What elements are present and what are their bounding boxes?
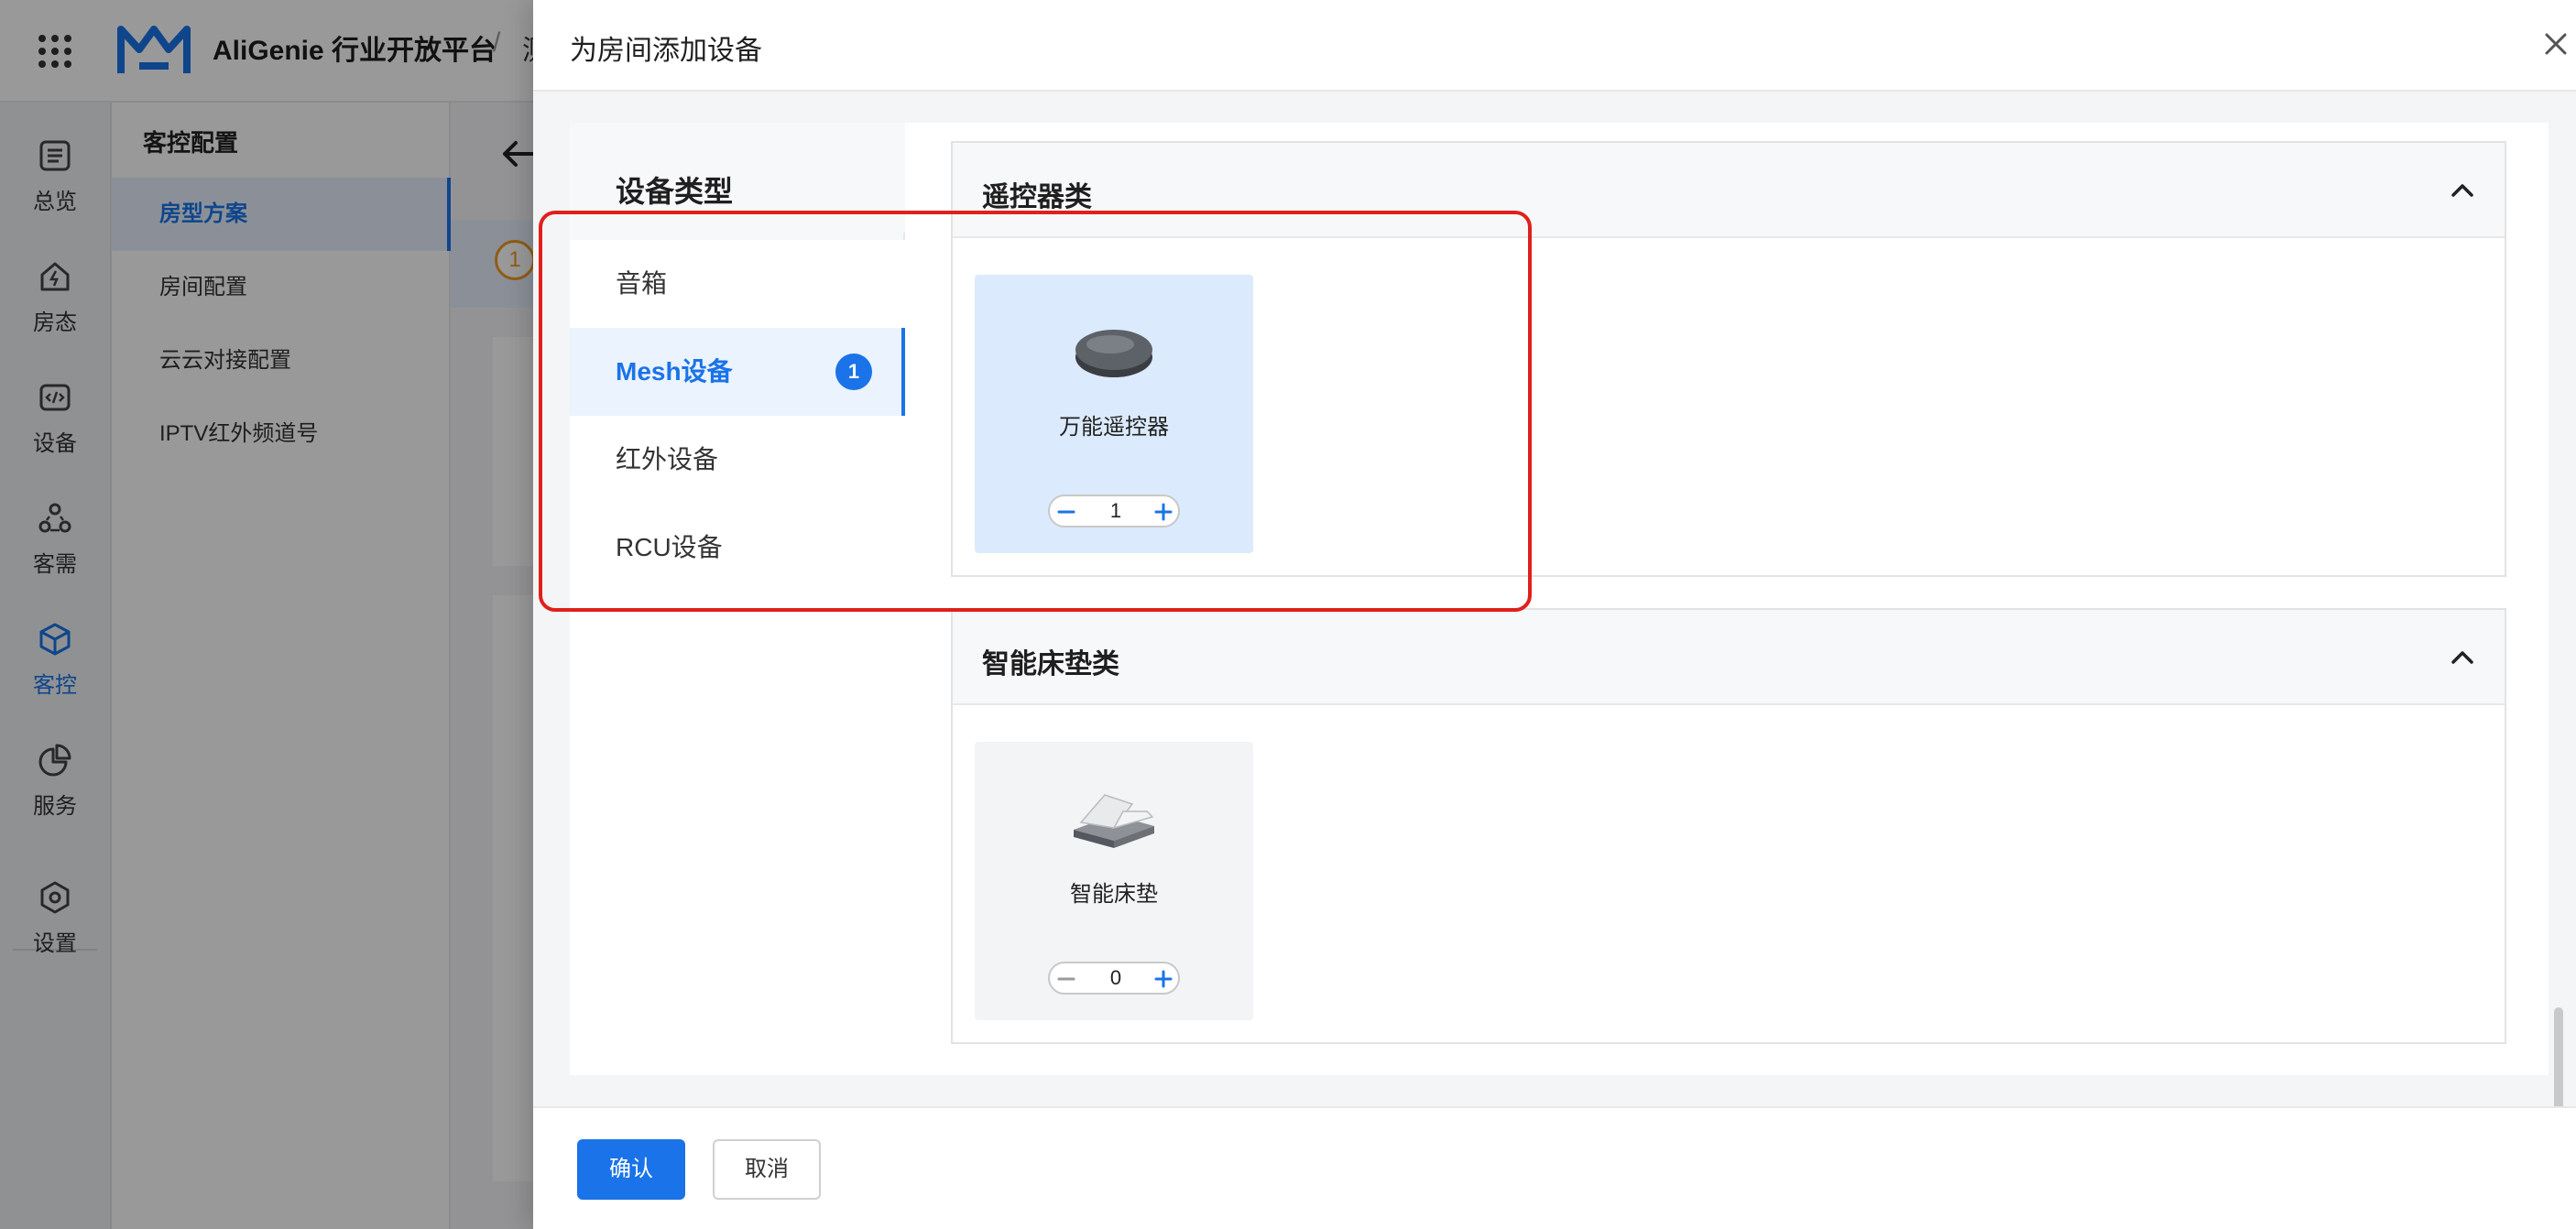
device-type-label: RCU设备 [616, 533, 723, 561]
plus-icon[interactable] [1151, 499, 1176, 525]
quantity-value[interactable]: 1 [1086, 496, 1145, 526]
chevron-up-icon[interactable] [2446, 641, 2479, 674]
drawer-header: 为房间添加设备 [533, 0, 2576, 92]
remote-control-image [1075, 330, 1152, 377]
add-device-drawer: 为房间添加设备 设备类型 音箱 Mesh设备 1 红外设备 RCU设备 遥控器类… [533, 0, 2576, 1229]
category-header[interactable]: 智能床垫类 [953, 610, 2505, 705]
category-title: 遥控器类 [982, 182, 1092, 212]
plus-icon[interactable] [1151, 966, 1176, 992]
cancel-button[interactable]: 取消 [713, 1139, 821, 1200]
close-icon[interactable] [2539, 27, 2572, 60]
count-badge: 1 [835, 353, 872, 390]
device-name: 智能床垫 [1070, 882, 1158, 907]
device-type-list: 音箱 Mesh设备 1 红外设备 RCU设备 [570, 240, 905, 1075]
modal-overlay[interactable] [0, 0, 533, 1229]
device-card-smart-mattress[interactable]: 智能床垫 0 [975, 742, 1253, 1020]
device-type-label: Mesh设备 [616, 357, 733, 386]
device-type-infrared[interactable]: 红外设备 [570, 416, 905, 504]
device-card-universal-remote[interactable]: 万能遥控器 1 [975, 275, 1253, 553]
category-header[interactable]: 遥控器类 [953, 143, 2505, 238]
device-type-title: 设备类型 [616, 175, 734, 208]
confirm-button[interactable]: 确认 [577, 1139, 685, 1200]
category-smart-mattress: 智能床垫类 智能床垫 0 [951, 608, 2506, 1044]
quantity-stepper: 1 [1048, 495, 1180, 527]
category-title: 智能床垫类 [982, 649, 1119, 680]
device-type-header: 设备类型 [570, 123, 905, 233]
device-type-rcu[interactable]: RCU设备 [570, 504, 905, 592]
minus-icon[interactable] [1053, 499, 1079, 525]
device-type-speaker[interactable]: 音箱 [570, 240, 905, 328]
device-type-label: 音箱 [616, 269, 668, 298]
drawer-footer: 确认 取消 [533, 1106, 2576, 1229]
device-name: 万能遥控器 [1059, 415, 1169, 440]
drawer-title: 为房间添加设备 [570, 36, 762, 66]
device-type-label: 红外设备 [616, 445, 719, 473]
device-panel: 设备类型 音箱 Mesh设备 1 红外设备 RCU设备 遥控器类 万能遥控器 1… [570, 123, 2549, 1075]
mattress-image [1074, 794, 1154, 848]
device-type-sidebar: 设备类型 音箱 Mesh设备 1 红外设备 RCU设备 [570, 123, 905, 1075]
chevron-up-icon[interactable] [2446, 174, 2479, 207]
device-type-mesh[interactable]: Mesh设备 1 [570, 328, 905, 416]
minus-icon[interactable] [1053, 966, 1079, 992]
quantity-value[interactable]: 0 [1086, 963, 1145, 993]
quantity-stepper: 0 [1048, 962, 1180, 995]
drawer-body: 设备类型 音箱 Mesh设备 1 红外设备 RCU设备 遥控器类 万能遥控器 1… [533, 92, 2576, 1172]
category-remote-controls: 遥控器类 万能遥控器 1 [951, 141, 2506, 577]
